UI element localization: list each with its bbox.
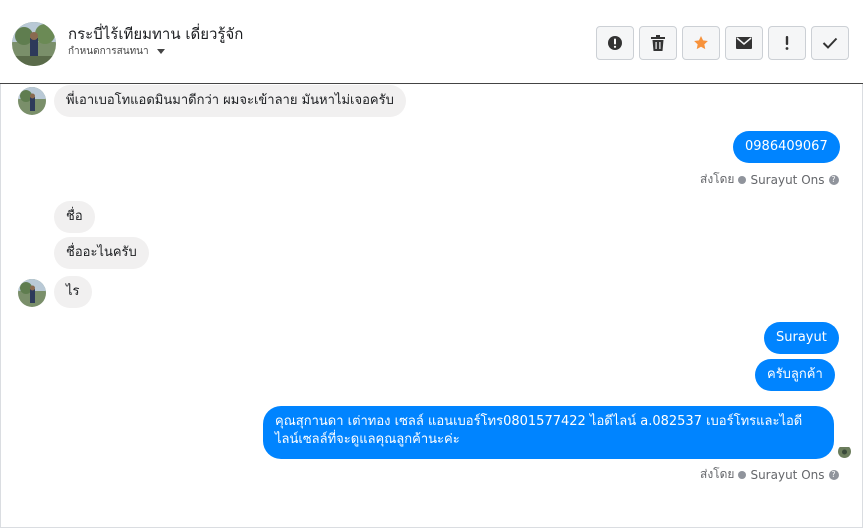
conversation-label-dropdown[interactable]: กำหนดการสนทนา <box>68 44 165 59</box>
exclamation-icon <box>785 36 789 50</box>
sent-by-name[interactable]: Surayut Ons <box>750 468 824 482</box>
star-button[interactable] <box>682 26 720 60</box>
help-icon[interactable]: ? <box>828 174 839 185</box>
help-icon[interactable]: ? <box>828 469 839 480</box>
message-bubble-incoming[interactable]: พี่เอาเบอโทแอดมินมาดีกว่า ผมจะเข้าลาย มั… <box>54 85 406 117</box>
contact-avatar-small <box>18 279 46 307</box>
sent-by-name[interactable]: Surayut Ons <box>750 173 824 187</box>
contact-avatar-small <box>18 87 46 115</box>
message-bubble-outgoing[interactable]: คุณสุกานดา เต่าทอง เซลล์ แอนเบอร์โทร0801… <box>263 406 834 459</box>
done-button[interactable] <box>811 26 849 60</box>
spam-button[interactable] <box>596 26 634 60</box>
conversation-header: กระบี่ไร้เทียมทาน เดี่ยวรู้จัก กำหนดการส… <box>0 0 863 84</box>
sent-by-prefix: ส่งโดย <box>700 172 735 186</box>
star-icon <box>694 36 708 50</box>
message-bubble-incoming[interactable]: ไร <box>54 276 92 308</box>
message-bubble-outgoing[interactable]: ครับลูกค้า <box>755 359 835 391</box>
delete-button[interactable] <box>639 26 677 60</box>
follow-up-button[interactable] <box>768 26 806 60</box>
sent-by-prefix: ส่งโดย <box>700 467 735 481</box>
message-bubble-incoming[interactable]: ชื่ออะไนครับ <box>54 237 149 269</box>
message-bubble-outgoing[interactable]: Surayut <box>764 322 839 354</box>
envelope-icon <box>736 37 752 49</box>
message-bubble-incoming[interactable]: ชื่อ <box>54 201 95 233</box>
sender-avatar-icon <box>738 470 747 479</box>
contact-avatar[interactable] <box>12 22 56 66</box>
trash-icon <box>651 35 665 51</box>
action-toolbar <box>596 26 849 60</box>
alert-circle-icon <box>608 36 622 50</box>
contact-name[interactable]: กระบี่ไร้เทียมทาน เดี่ยวรู้จัก <box>68 22 243 46</box>
message-bubble-outgoing[interactable]: 0986409067 <box>733 131 840 163</box>
seen-avatar <box>838 445 851 458</box>
caret-down-icon <box>156 49 165 54</box>
sent-by-info: ส่งโดย Surayut Ons ? <box>700 465 839 484</box>
check-icon <box>822 37 838 49</box>
sender-avatar-icon <box>738 175 747 184</box>
sent-by-info: ส่งโดย Surayut Ons ? <box>700 170 839 189</box>
mail-button[interactable] <box>725 26 763 60</box>
conversation-label-text: กำหนดการสนทนา <box>68 46 149 57</box>
